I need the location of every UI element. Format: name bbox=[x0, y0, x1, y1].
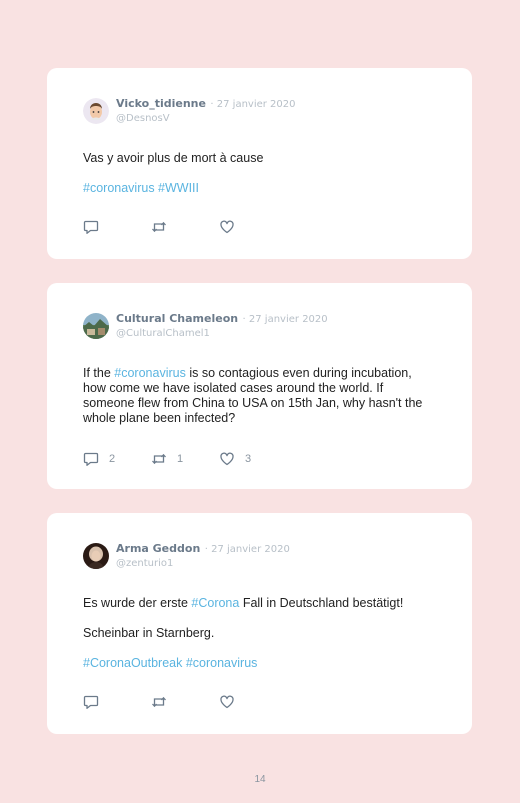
like-button[interactable] bbox=[219, 694, 287, 710]
retweet-icon bbox=[151, 451, 167, 467]
tweet-card: Cultural Chameleon · 27 janvier 2020 @Cu… bbox=[47, 283, 472, 489]
reply-button[interactable] bbox=[83, 694, 151, 710]
tweet-text: Es wurde der erste #Corona Fall in Deuts… bbox=[83, 596, 436, 611]
tweet-card: Vicko_tidienne · 27 janvier 2020 @Desnos… bbox=[47, 68, 472, 259]
portrait-avatar[interactable] bbox=[83, 543, 109, 569]
author-name[interactable]: Cultural Chameleon bbox=[116, 312, 238, 325]
reply-count: 2 bbox=[109, 453, 116, 465]
tweet-meta: Arma Geddon · 27 janvier 2020 @zenturio1 bbox=[116, 541, 290, 571]
inline-hashtag[interactable]: #Corona bbox=[191, 596, 239, 610]
like-button[interactable] bbox=[219, 219, 287, 235]
tweet-date: · 27 janvier 2020 bbox=[210, 99, 296, 110]
tweet-text: Vas y avoir plus de mort à cause bbox=[83, 151, 264, 165]
reply-icon bbox=[83, 219, 99, 235]
page-number: 14 bbox=[254, 774, 266, 785]
author-name[interactable]: Vicko_tidienne bbox=[116, 97, 206, 110]
author-handle[interactable]: @zenturio1 bbox=[116, 557, 290, 571]
tweet-card: Arma Geddon · 27 janvier 2020 @zenturio1… bbox=[47, 513, 472, 734]
retweet-button[interactable] bbox=[151, 219, 219, 235]
tweet-meta: Vicko_tidienne · 27 janvier 2020 @Desnos… bbox=[116, 96, 296, 126]
tweet-hashtags[interactable]: #CoronaOutbreak #coronavirus bbox=[83, 656, 436, 671]
retweet-icon bbox=[151, 219, 167, 235]
memoji-avatar[interactable] bbox=[83, 98, 109, 124]
reply-icon bbox=[83, 694, 99, 710]
like-count: 3 bbox=[245, 453, 252, 465]
tweet-hashtags[interactable]: #coronavirus #WWIII bbox=[83, 181, 436, 196]
like-button[interactable]: 3 bbox=[219, 451, 287, 467]
heart-icon bbox=[219, 694, 235, 710]
author-name[interactable]: Arma Geddon bbox=[116, 542, 200, 555]
retweet-icon bbox=[151, 694, 167, 710]
tweet-actions bbox=[83, 216, 436, 238]
text-part: If the bbox=[83, 366, 115, 380]
author-handle[interactable]: @CulturalChamel1 bbox=[116, 327, 328, 341]
reply-button[interactable] bbox=[83, 219, 151, 235]
tweet-actions bbox=[83, 691, 436, 713]
tweet-body: Vas y avoir plus de mort à cause #corona… bbox=[83, 151, 436, 196]
author-handle[interactable]: @DesnosV bbox=[116, 112, 296, 126]
heart-icon bbox=[219, 219, 235, 235]
tweet-date: · 27 janvier 2020 bbox=[204, 544, 290, 555]
tweet-header: Cultural Chameleon · 27 janvier 2020 @Cu… bbox=[83, 311, 436, 349]
tweet-text: Scheinbar in Starnberg. bbox=[83, 626, 215, 640]
reply-button[interactable]: 2 bbox=[83, 451, 151, 467]
tweet-text: If the #coronavirus is so contagious eve… bbox=[83, 366, 436, 426]
retweet-count: 1 bbox=[177, 453, 184, 465]
tweet-body: Es wurde der erste #Corona Fall in Deuts… bbox=[83, 596, 436, 671]
inline-hashtag[interactable]: #coronavirus bbox=[114, 366, 186, 380]
tweet-header: Arma Geddon · 27 janvier 2020 @zenturio1 bbox=[83, 541, 436, 579]
tweet-body: If the #coronavirus is so contagious eve… bbox=[83, 366, 436, 426]
heart-icon bbox=[219, 451, 235, 467]
tweet-meta: Cultural Chameleon · 27 janvier 2020 @Cu… bbox=[116, 311, 328, 341]
reply-icon bbox=[83, 451, 99, 467]
landscape-avatar[interactable] bbox=[83, 313, 109, 339]
tweet-actions: 2 1 3 bbox=[83, 448, 436, 470]
retweet-button[interactable] bbox=[151, 694, 219, 710]
tweet-date: · 27 janvier 2020 bbox=[242, 314, 328, 325]
tweet-header: Vicko_tidienne · 27 janvier 2020 @Desnos… bbox=[83, 96, 436, 134]
retweet-button[interactable]: 1 bbox=[151, 451, 219, 467]
text-part: Fall in Deutschland bestätigt! bbox=[239, 596, 404, 610]
text-part: Es wurde der erste bbox=[83, 596, 192, 610]
